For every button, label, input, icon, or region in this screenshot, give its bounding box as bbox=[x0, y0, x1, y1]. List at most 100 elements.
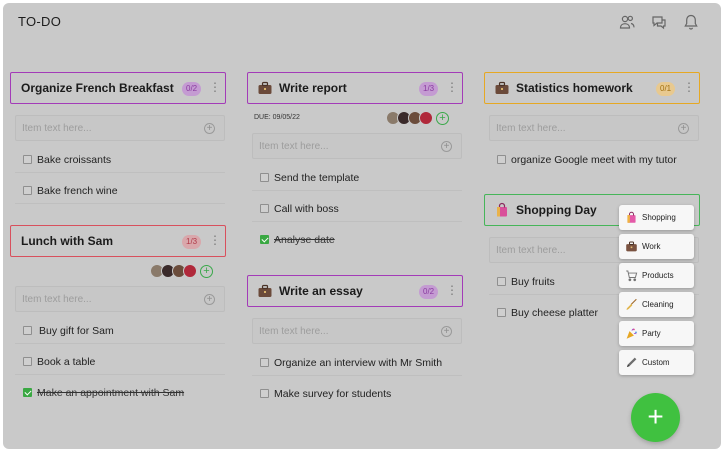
task-checkbox[interactable] bbox=[260, 389, 269, 398]
task-label: Bake croissants bbox=[37, 154, 112, 166]
task-item[interactable]: Book a table bbox=[15, 349, 225, 375]
chat-icon[interactable] bbox=[650, 13, 668, 31]
shopping-bag-icon bbox=[625, 211, 638, 224]
item-input-row: + bbox=[15, 115, 225, 141]
category-option-cleaning[interactable]: Cleaning bbox=[619, 292, 694, 317]
bell-icon[interactable] bbox=[682, 13, 700, 31]
progress-badge: 1/3 bbox=[182, 235, 202, 249]
card-title: Write an essay bbox=[279, 284, 363, 298]
category-option-party[interactable]: Party bbox=[619, 321, 694, 346]
category-option-products[interactable]: Products bbox=[619, 263, 694, 288]
category-option-work[interactable]: Work bbox=[619, 234, 694, 259]
task-checkbox[interactable] bbox=[497, 308, 506, 317]
category-label: Products bbox=[642, 271, 674, 280]
assignee-avatars: + bbox=[150, 264, 213, 278]
card-header[interactable]: Lunch with Sam 1/3 ⋮ bbox=[10, 225, 226, 257]
task-label: Book a table bbox=[37, 356, 96, 368]
more-options-icon[interactable]: ⋮ bbox=[683, 81, 695, 93]
people-icon[interactable] bbox=[618, 13, 636, 31]
card-header[interactable]: Write an essay 0/2 ⋮ bbox=[247, 275, 463, 307]
card-write-report: Write report 1/3 ⋮ DUE: 09/05/22 + + Sen… bbox=[247, 72, 463, 258]
task-item[interactable]: Bake croissants bbox=[15, 147, 225, 173]
add-item-icon[interactable]: + bbox=[204, 294, 215, 305]
category-label: Work bbox=[642, 242, 661, 251]
more-options-icon[interactable]: ⋮ bbox=[209, 81, 221, 93]
shopping-bag-icon bbox=[494, 202, 510, 218]
due-date: DUE: 09/05/22 bbox=[254, 114, 300, 121]
item-text-input[interactable] bbox=[496, 120, 656, 136]
progress-badge: 1/3 bbox=[419, 82, 439, 96]
add-list-button[interactable]: + bbox=[631, 393, 680, 442]
task-label: Organize an interview with Mr Smith bbox=[274, 357, 443, 369]
task-checkbox[interactable] bbox=[260, 235, 269, 244]
add-assignee-icon[interactable]: + bbox=[436, 111, 449, 125]
avatar[interactable] bbox=[183, 264, 197, 278]
app-title: TO-DO bbox=[18, 14, 62, 29]
task-item[interactable]: Bake french wine bbox=[15, 178, 225, 204]
task-label: Buy fruits bbox=[511, 276, 555, 288]
briefcase-icon bbox=[257, 80, 273, 96]
assignee-avatars: + bbox=[386, 111, 449, 125]
task-checkbox[interactable] bbox=[23, 357, 32, 366]
add-item-icon[interactable]: + bbox=[441, 141, 452, 152]
task-item[interactable]: organize Google meet with my tutor bbox=[489, 147, 699, 173]
category-option-custom[interactable]: Custom bbox=[619, 350, 694, 375]
item-text-input[interactable] bbox=[22, 291, 182, 307]
card-lunch-with-sam: Lunch with Sam 1/3 ⋮ + + Buy gift for Sa… bbox=[10, 225, 226, 407]
card-title: Write report bbox=[279, 81, 347, 95]
category-label: Shopping bbox=[642, 213, 676, 222]
item-text-input[interactable] bbox=[22, 120, 182, 136]
task-label: Call with boss bbox=[274, 203, 339, 215]
category-label: Cleaning bbox=[642, 300, 674, 309]
task-checkbox[interactable] bbox=[260, 204, 269, 213]
item-text-input[interactable] bbox=[259, 138, 419, 154]
card-header[interactable]: Organize French Breakfast 0/2 ⋮ bbox=[10, 72, 226, 104]
task-item[interactable]: Buy gift for Sam bbox=[15, 318, 225, 344]
avatar[interactable] bbox=[419, 111, 433, 125]
briefcase-icon bbox=[625, 240, 638, 253]
more-options-icon[interactable]: ⋮ bbox=[209, 234, 221, 246]
card-title: Lunch with Sam bbox=[21, 234, 114, 248]
item-input-row: + bbox=[252, 318, 462, 344]
progress-badge: 0/1 bbox=[656, 82, 676, 96]
more-options-icon[interactable]: ⋮ bbox=[446, 81, 458, 93]
task-checkbox[interactable] bbox=[260, 358, 269, 367]
task-item[interactable]: Send the template bbox=[252, 165, 462, 191]
pencil-icon bbox=[625, 356, 638, 369]
task-checkbox[interactable] bbox=[23, 326, 32, 335]
card-statistics-homework: Statistics homework 0/1 ⋮ + organize Goo… bbox=[484, 72, 700, 180]
item-text-input[interactable] bbox=[259, 323, 419, 339]
add-item-icon[interactable]: + bbox=[204, 123, 215, 134]
task-label: Buy cheese platter bbox=[511, 307, 598, 319]
category-label: Custom bbox=[642, 358, 670, 367]
task-item[interactable]: Make an appointment with Sam bbox=[15, 380, 225, 406]
item-input-row: + bbox=[252, 133, 462, 159]
add-item-icon[interactable]: + bbox=[441, 326, 452, 337]
task-label: organize Google meet with my tutor bbox=[511, 154, 677, 166]
task-item[interactable]: Make survey for students bbox=[252, 381, 462, 407]
card-header[interactable]: Statistics homework 0/1 ⋮ bbox=[484, 72, 700, 104]
task-item[interactable]: Analyse date bbox=[252, 227, 462, 253]
card-title: Statistics homework bbox=[516, 81, 633, 95]
task-item[interactable]: Organize an interview with Mr Smith bbox=[252, 350, 462, 376]
task-item[interactable]: Call with boss bbox=[252, 196, 462, 222]
task-checkbox[interactable] bbox=[23, 388, 32, 397]
add-assignee-icon[interactable]: + bbox=[200, 264, 213, 278]
card-organize-french-breakfast: Organize French Breakfast 0/2 ⋮ + Bake c… bbox=[10, 72, 226, 208]
task-label: Send the template bbox=[274, 172, 360, 184]
task-label: Analyse date bbox=[274, 234, 335, 246]
progress-badge: 0/2 bbox=[182, 82, 202, 96]
category-option-shopping[interactable]: Shopping bbox=[619, 205, 694, 230]
task-checkbox[interactable] bbox=[260, 173, 269, 182]
add-item-icon[interactable]: + bbox=[678, 123, 689, 134]
task-checkbox[interactable] bbox=[497, 277, 506, 286]
task-checkbox[interactable] bbox=[23, 155, 32, 164]
briefcase-icon bbox=[257, 283, 273, 299]
more-options-icon[interactable]: ⋮ bbox=[446, 284, 458, 296]
task-checkbox[interactable] bbox=[497, 155, 506, 164]
card-header[interactable]: Write report 1/3 ⋮ bbox=[247, 72, 463, 104]
task-label: Make survey for students bbox=[274, 388, 392, 400]
briefcase-icon bbox=[494, 80, 510, 96]
task-label: Buy gift for Sam bbox=[39, 325, 114, 337]
task-checkbox[interactable] bbox=[23, 186, 32, 195]
